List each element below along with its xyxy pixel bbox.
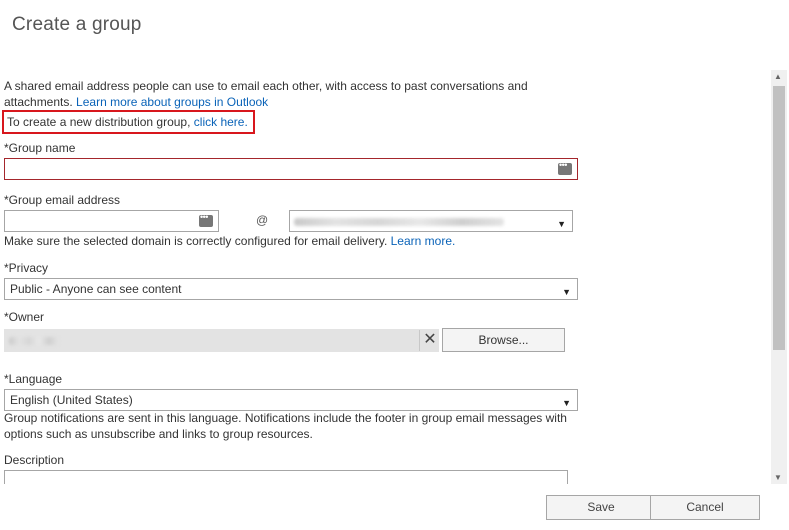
cancel-button[interactable]: Cancel (650, 495, 760, 520)
blurred-owner-name (9, 337, 59, 345)
distribution-group-callout: To create a new distribution group, clic… (2, 110, 255, 134)
scroll-down-arrow-icon[interactable]: ▼ (774, 473, 782, 482)
learn-more-groups-link[interactable]: Learn more about groups in Outlook (76, 95, 268, 109)
vertical-scrollbar[interactable]: ▲ ▼ (771, 70, 787, 484)
distribution-text: To create a new distribution group, (7, 115, 194, 129)
at-sign: @ (256, 213, 269, 227)
domain-select[interactable]: ▼ (289, 210, 573, 232)
privacy-label: *Privacy (4, 261, 49, 275)
language-label: *Language (4, 372, 63, 386)
domain-note-text: Make sure the selected domain is correct… (4, 234, 391, 248)
form-scroll-area: A shared email address people can use to… (0, 70, 771, 484)
owner-field[interactable]: ✕ (4, 329, 439, 352)
blurred-domain-value (294, 218, 504, 226)
language-selected: English (United States) (10, 393, 133, 407)
description-textarea[interactable] (4, 470, 568, 484)
domain-note: Make sure the selected domain is correct… (4, 233, 604, 249)
more-dots-icon[interactable] (558, 160, 572, 175)
more-dots-icon[interactable] (199, 212, 213, 227)
chevron-down-icon: ▼ (562, 287, 571, 297)
privacy-select[interactable]: Public - Anyone can see content ▼ (4, 278, 578, 300)
language-note: Group notifications are sent in this lan… (4, 411, 567, 441)
save-button[interactable]: Save (546, 495, 656, 520)
group-name-input[interactable] (4, 158, 578, 180)
scroll-up-arrow-icon[interactable]: ▲ (774, 72, 782, 81)
domain-learn-more-link[interactable]: Learn more. (391, 234, 456, 248)
language-select[interactable]: English (United States) ▼ (4, 389, 578, 411)
chevron-down-icon: ▼ (562, 398, 571, 408)
clear-icon[interactable]: ✕ (419, 330, 440, 351)
browse-button[interactable]: Browse... (442, 328, 565, 352)
chevron-down-icon: ▼ (557, 219, 566, 229)
group-email-label: *Group email address (4, 193, 121, 207)
owner-label: *Owner (4, 310, 45, 324)
intro-text: A shared email address people can use to… (4, 78, 564, 110)
description-label: Description (4, 453, 65, 467)
privacy-selected: Public - Anyone can see content (10, 282, 182, 296)
group-email-alias-input[interactable] (4, 210, 219, 232)
dialog-title: Create a group (12, 14, 142, 35)
scroll-thumb[interactable] (773, 86, 785, 350)
distribution-click-here-link[interactable]: click here. (194, 115, 248, 129)
group-name-label: *Group name (4, 141, 76, 155)
